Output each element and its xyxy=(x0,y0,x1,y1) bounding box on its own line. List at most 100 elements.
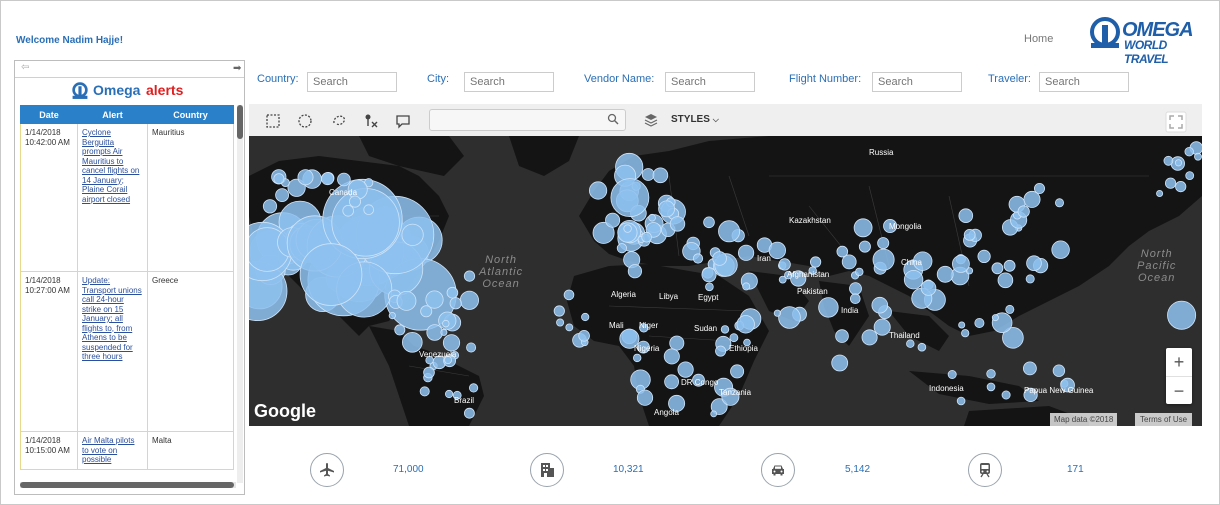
density-bubble[interactable] xyxy=(861,329,878,346)
density-bubble[interactable] xyxy=(652,167,669,184)
density-bubble[interactable] xyxy=(401,223,424,246)
density-bubble[interactable] xyxy=(936,265,954,283)
density-bubble[interactable] xyxy=(363,204,374,215)
density-bubble[interactable] xyxy=(991,262,1004,275)
density-bubble[interactable] xyxy=(1055,198,1065,208)
density-bubble[interactable] xyxy=(742,282,751,291)
density-bubble[interactable] xyxy=(440,328,448,336)
density-bubble[interactable] xyxy=(729,333,739,343)
density-bubble[interactable] xyxy=(986,369,996,379)
density-bubble[interactable] xyxy=(1051,240,1070,259)
density-bubble[interactable] xyxy=(463,270,476,282)
density-bubble[interactable] xyxy=(658,200,676,218)
density-bubble[interactable] xyxy=(961,329,970,338)
arrow-right-icon[interactable]: ➡ xyxy=(233,63,241,74)
lasso-select-icon[interactable] xyxy=(331,113,347,129)
density-bubble[interactable] xyxy=(669,335,685,351)
density-bubble[interactable] xyxy=(736,315,755,334)
density-bubble[interactable] xyxy=(275,188,289,202)
density-bubble[interactable] xyxy=(1025,274,1035,284)
density-bubble[interactable] xyxy=(388,312,396,320)
density-bubble[interactable] xyxy=(1023,361,1037,376)
density-bubble[interactable] xyxy=(952,255,970,273)
density-bubble[interactable] xyxy=(986,382,996,392)
density-bubble[interactable] xyxy=(991,314,999,322)
zoom-in-button[interactable]: + xyxy=(1166,348,1192,377)
comment-tool-icon[interactable] xyxy=(395,113,411,129)
density-bubble[interactable] xyxy=(737,244,755,261)
traveler-search-input[interactable] xyxy=(1039,72,1129,92)
density-bubble[interactable] xyxy=(730,364,745,379)
density-bubble[interactable] xyxy=(1017,205,1030,218)
density-bubble[interactable] xyxy=(623,224,632,233)
density-bubble[interactable] xyxy=(1156,190,1164,198)
density-bubble[interactable] xyxy=(873,318,891,336)
density-bubble[interactable] xyxy=(563,289,575,301)
omega-world-travel-logo[interactable]: OMEGA WORLD TRAVEL xyxy=(1088,17,1212,66)
google-logo[interactable]: Google xyxy=(254,401,316,422)
density-bubble[interactable] xyxy=(442,334,461,352)
home-link[interactable]: Home xyxy=(1024,33,1053,45)
clear-pin-icon[interactable] xyxy=(363,113,379,129)
car-icon[interactable] xyxy=(761,453,795,487)
density-bubble[interactable] xyxy=(855,267,864,277)
density-bubble[interactable] xyxy=(469,383,479,393)
density-bubble[interactable] xyxy=(778,258,791,271)
density-bubble[interactable] xyxy=(710,410,718,418)
map-search-input[interactable] xyxy=(429,109,626,131)
horizontal-scrollbar[interactable] xyxy=(20,482,236,488)
density-bubble[interactable] xyxy=(1001,390,1011,400)
density-bubble[interactable] xyxy=(394,324,406,336)
density-bubble[interactable] xyxy=(903,269,924,290)
density-bubble[interactable] xyxy=(616,243,627,254)
density-bubble[interactable] xyxy=(664,374,680,390)
density-bubble[interactable] xyxy=(677,361,694,378)
density-bubble[interactable] xyxy=(299,243,363,306)
density-bubble[interactable] xyxy=(917,342,927,352)
density-bubble[interactable] xyxy=(588,181,608,200)
density-bubble[interactable] xyxy=(633,353,642,363)
density-bubble[interactable] xyxy=(877,237,890,250)
density-bubble[interactable] xyxy=(1167,300,1197,330)
density-bubble[interactable] xyxy=(809,256,822,268)
country-search-input[interactable] xyxy=(307,72,397,92)
density-bubble[interactable] xyxy=(872,248,895,271)
density-bubble[interactable] xyxy=(426,324,444,341)
rectangle-select-icon[interactable] xyxy=(265,113,281,129)
density-bubble[interactable] xyxy=(641,231,652,243)
column-header-alert[interactable]: Alert xyxy=(77,105,148,124)
arrow-left-icon[interactable]: ⇦ xyxy=(21,62,29,73)
density-bubble[interactable] xyxy=(997,272,1014,289)
density-bubble[interactable] xyxy=(768,241,787,260)
density-bubble[interactable] xyxy=(445,389,454,399)
density-bubble[interactable] xyxy=(849,282,862,296)
world-map[interactable]: North Atlantic Ocean North Pacific Ocean Can… xyxy=(249,136,1202,426)
density-bubble[interactable] xyxy=(669,216,686,232)
airplane-icon[interactable] xyxy=(310,453,344,487)
density-bubble[interactable] xyxy=(1175,180,1187,193)
density-bubble[interactable] xyxy=(906,339,915,348)
density-bubble[interactable] xyxy=(262,199,278,214)
terms-of-use-link[interactable]: Terms of Use xyxy=(1135,413,1193,426)
vertical-scrollbar[interactable] xyxy=(237,105,243,483)
hotel-building-icon[interactable] xyxy=(530,453,564,487)
density-bubble[interactable] xyxy=(974,317,985,328)
density-bubble[interactable] xyxy=(1003,259,1016,272)
density-bubble[interactable] xyxy=(648,213,656,222)
density-bubble[interactable] xyxy=(553,305,565,317)
flight-number-search-input[interactable] xyxy=(872,72,962,92)
density-bubble[interactable] xyxy=(715,345,727,357)
density-bubble[interactable] xyxy=(1184,146,1194,157)
density-bubble[interactable] xyxy=(446,286,459,299)
density-bubble[interactable] xyxy=(1163,155,1174,166)
density-bubble[interactable] xyxy=(627,264,642,279)
density-bubble[interactable] xyxy=(701,267,717,283)
density-bubble[interactable] xyxy=(1052,364,1066,377)
density-bubble[interactable] xyxy=(425,290,444,309)
density-bubble[interactable] xyxy=(958,321,966,329)
density-bubble[interactable] xyxy=(442,319,450,328)
density-bubble[interactable] xyxy=(947,369,957,379)
alert-link[interactable]: Air Malta pilots to vote on possible xyxy=(82,436,134,464)
zoom-out-button[interactable]: − xyxy=(1166,377,1192,405)
density-bubble[interactable] xyxy=(636,389,654,406)
